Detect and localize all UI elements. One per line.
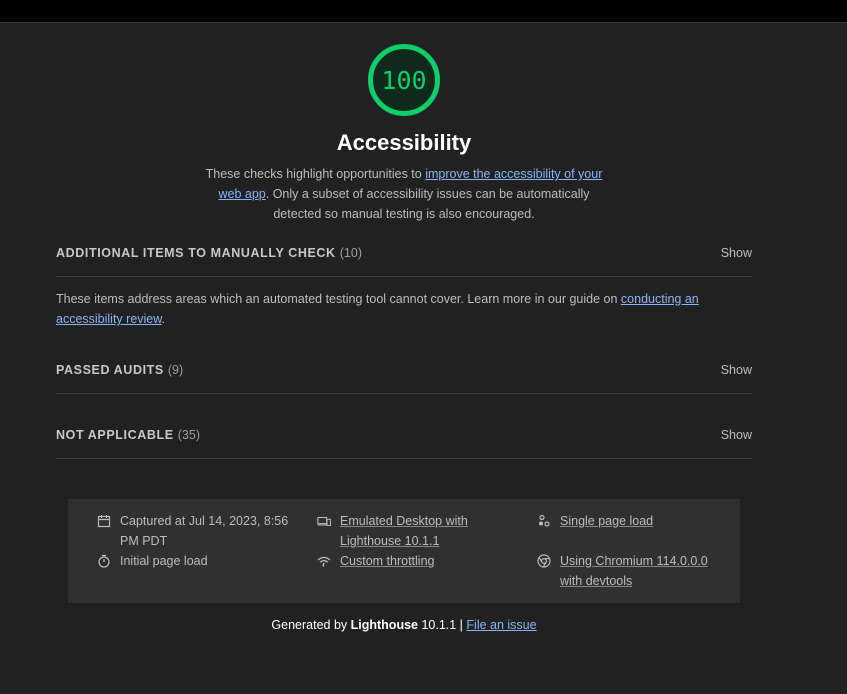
show-toggle[interactable]: Show <box>721 428 752 442</box>
divider <box>56 458 752 459</box>
group-title: Passed audits (9) <box>56 363 184 377</box>
score-gauge[interactable]: 100 <box>368 44 440 116</box>
initial-load-info: Initial page load <box>97 551 297 571</box>
score-value: 100 <box>381 65 427 95</box>
top-toolbar <box>0 0 847 23</box>
group-description: These items address areas which an autom… <box>56 292 699 326</box>
divider <box>56 276 752 277</box>
captured-text: Captured at Jul 14, 2023, 8:56 PM PDT <box>120 514 289 548</box>
file-issue-link[interactable]: File an issue <box>466 618 536 632</box>
emulated-text[interactable]: Emulated Desktop with Lighthouse 10.1.1 <box>340 511 517 551</box>
stopwatch-icon <box>98 554 110 568</box>
group-count: (9) <box>167 363 184 377</box>
calendar-icon <box>97 515 111 528</box>
single-page-icon <box>539 514 550 527</box>
captured-info: Captured at Jul 14, 2023, 8:56 PM PDT <box>97 511 297 551</box>
lighthouse-brand: Lighthouse <box>350 618 418 632</box>
initial-load-text: Initial page load <box>120 554 208 568</box>
throttling-info[interactable]: Custom throttling <box>317 551 517 571</box>
devices-icon <box>317 516 331 526</box>
chromium-text[interactable]: Using Chromium 114.0.0.0 with devtools <box>560 551 717 591</box>
single-load-info[interactable]: Single page load <box>537 511 717 531</box>
emulated-info[interactable]: Emulated Desktop with Lighthouse 10.1.1 <box>317 511 517 551</box>
category-description: These checks highlight opportunities to … <box>205 164 603 224</box>
category-title: Accessibility <box>336 130 472 155</box>
group-title: Additional items to manually check (10) <box>56 246 362 260</box>
divider <box>56 393 752 394</box>
group-passed-audits[interactable]: Passed audits (9) Show <box>56 358 752 382</box>
group-title: Not applicable (35) <box>56 428 200 442</box>
chrome-icon <box>537 554 551 568</box>
group-count: (10) <box>339 246 362 260</box>
category-desc-text: These checks highlight opportunities to <box>205 167 426 181</box>
chromium-info[interactable]: Using Chromium 114.0.0.0 with devtools <box>537 551 717 591</box>
generated-by: Generated by Lighthouse 10.1.1 | File an… <box>271 618 537 632</box>
show-toggle[interactable]: Show <box>721 246 752 260</box>
group-manual-checks[interactable]: Additional items to manually check (10) … <box>56 241 752 265</box>
throttling-text[interactable]: Custom throttling <box>340 551 434 571</box>
show-toggle[interactable]: Show <box>721 363 752 377</box>
category-desc-text-end: . Only a subset of accessibility issues … <box>265 187 590 221</box>
single-load-text[interactable]: Single page load <box>560 511 653 531</box>
wifi-icon <box>317 556 331 567</box>
group-not-applicable[interactable]: Not applicable (35) Show <box>56 423 752 447</box>
group-count: (35) <box>177 428 200 442</box>
